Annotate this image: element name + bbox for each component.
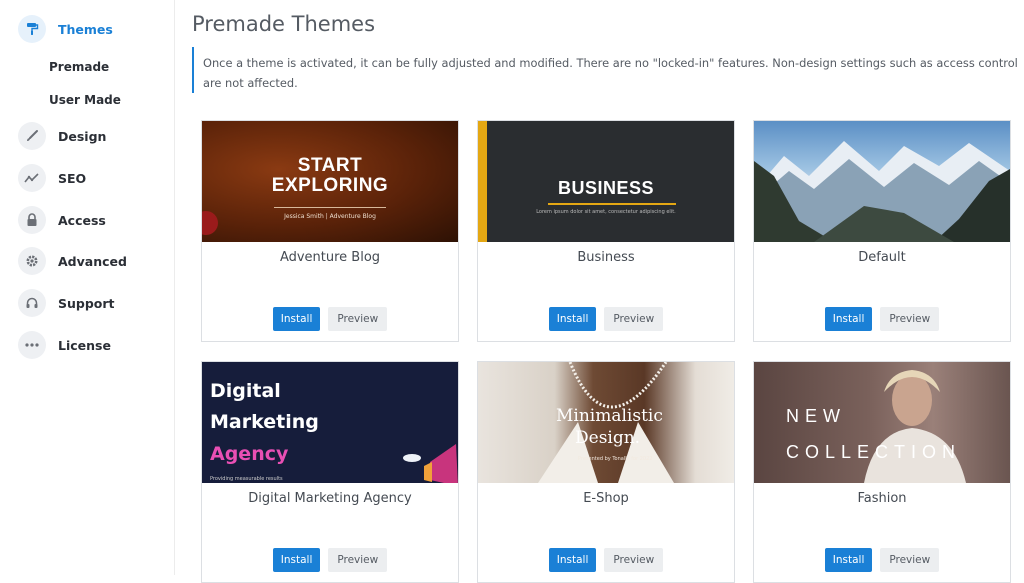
sidebar-subitem-premade[interactable]: Premade	[49, 60, 109, 74]
mountain-landscape	[754, 141, 1010, 242]
sidebar-item-label: SEO	[58, 170, 87, 186]
preview-button[interactable]: Preview	[880, 548, 940, 572]
install-button[interactable]: Install	[824, 548, 873, 572]
sidebar-subitem-user-made[interactable]: User Made	[49, 93, 121, 107]
thumbnail-heading: Agency	[210, 443, 289, 465]
trend-icon	[18, 164, 46, 192]
sidebar-item-label: Support	[58, 295, 115, 311]
page-title: Premade Themes	[192, 12, 376, 36]
info-notice: Once a theme is activated, it can be ful…	[192, 47, 1024, 93]
theme-thumbnail: START EXPLORING Jessica Smith | Adventur…	[202, 121, 458, 242]
sidebar-item-access[interactable]: Access	[18, 206, 106, 234]
sidebar-item-label: Access	[58, 212, 106, 228]
theme-name: E-Shop	[583, 491, 629, 506]
preview-button[interactable]: Preview	[328, 548, 388, 572]
thumbnail-heading: Digital	[210, 380, 281, 402]
dots-icon	[18, 331, 46, 359]
sidebar-item-themes[interactable]: Themes	[18, 15, 113, 43]
thumbnail-divider	[548, 203, 676, 205]
preview-button[interactable]: Preview	[328, 307, 388, 331]
preview-button[interactable]: Preview	[604, 307, 664, 331]
preview-button[interactable]: Preview	[880, 307, 940, 331]
sidebar-item-label: Design	[58, 128, 107, 144]
theme-name: Default	[858, 250, 906, 265]
theme-card-digital-marketing-agency: Digital Marketing Agency Providing measu…	[201, 361, 459, 583]
thumbnail-heading: Design.	[575, 428, 641, 448]
sidebar-item-support[interactable]: Support	[18, 289, 115, 317]
megaphone-illustration	[403, 444, 458, 483]
thumbnail-heading: EXPLORING	[271, 175, 389, 196]
sidebar-item-advanced[interactable]: Advanced	[18, 247, 127, 275]
theme-name: Adventure Blog	[279, 250, 381, 265]
thumbnail-heading: START	[297, 155, 363, 176]
sidebar: Themes Premade User Made Design SEO Acce…	[0, 0, 175, 575]
install-button[interactable]: Install	[272, 548, 321, 572]
gear-icon	[18, 247, 46, 275]
thumbnail-divider	[274, 207, 386, 208]
thumbnail-subtitle: Presented by Tonalla for 2022	[578, 456, 653, 462]
install-button[interactable]: Install	[824, 307, 873, 331]
thumbnail-heading: Marketing	[210, 411, 319, 433]
sidebar-item-label: Themes	[58, 21, 113, 37]
theme-name: Fashion	[857, 491, 907, 506]
theme-name: Digital Marketing Agency	[248, 491, 412, 506]
thumbnail-heading: COLLECTION	[786, 442, 962, 462]
headset-icon	[18, 289, 46, 317]
install-button[interactable]: Install	[548, 307, 597, 331]
theme-card-business: BUSINESS Lorem ipsum dolor sit amet, con…	[477, 120, 735, 342]
thumbnail-subtitle: Providing measurable results	[210, 476, 283, 482]
theme-card-fashion: NEW COLLECTION Fashion Install Preview	[753, 361, 1011, 583]
thumbnail-heading: BUSINESS	[557, 178, 655, 198]
theme-card-adventure-blog: START EXPLORING Jessica Smith | Adventur…	[201, 120, 459, 342]
theme-card-default: Default Install Preview	[753, 120, 1011, 342]
thumbnail-heading: NEW	[786, 406, 846, 426]
sidebar-item-label: License	[58, 337, 111, 353]
sidebar-item-design[interactable]: Design	[18, 122, 106, 150]
sidebar-item-label: Advanced	[58, 253, 127, 269]
install-button[interactable]: Install	[548, 548, 597, 572]
theme-thumbnail: Minimalistic Design. Presented by Tonall…	[478, 362, 734, 483]
sidebar-item-license[interactable]: License	[18, 331, 111, 359]
thumbnail-subtitle: Jessica Smith | Adventure Blog	[284, 213, 376, 220]
paint-roller-icon	[18, 15, 46, 43]
theme-thumbnail	[754, 121, 1010, 242]
sidebar-item-seo[interactable]: SEO	[18, 164, 86, 192]
theme-thumbnail: Digital Marketing Agency Providing measu…	[202, 362, 458, 483]
theme-card-e-shop: Minimalistic Design. Presented by Tonall…	[477, 361, 735, 583]
thumbnail-subtitle: Lorem ipsum dolor sit amet, consectetur …	[536, 209, 676, 215]
brush-icon	[18, 122, 46, 150]
theme-thumbnail: NEW COLLECTION	[754, 362, 1010, 483]
thumbnail-heading: Minimalistic	[556, 406, 663, 426]
preview-button[interactable]: Preview	[604, 548, 664, 572]
install-button[interactable]: Install	[272, 307, 321, 331]
theme-thumbnail: BUSINESS Lorem ipsum dolor sit amet, con…	[478, 121, 734, 242]
lock-icon	[18, 206, 46, 234]
theme-name: Business	[577, 250, 635, 265]
